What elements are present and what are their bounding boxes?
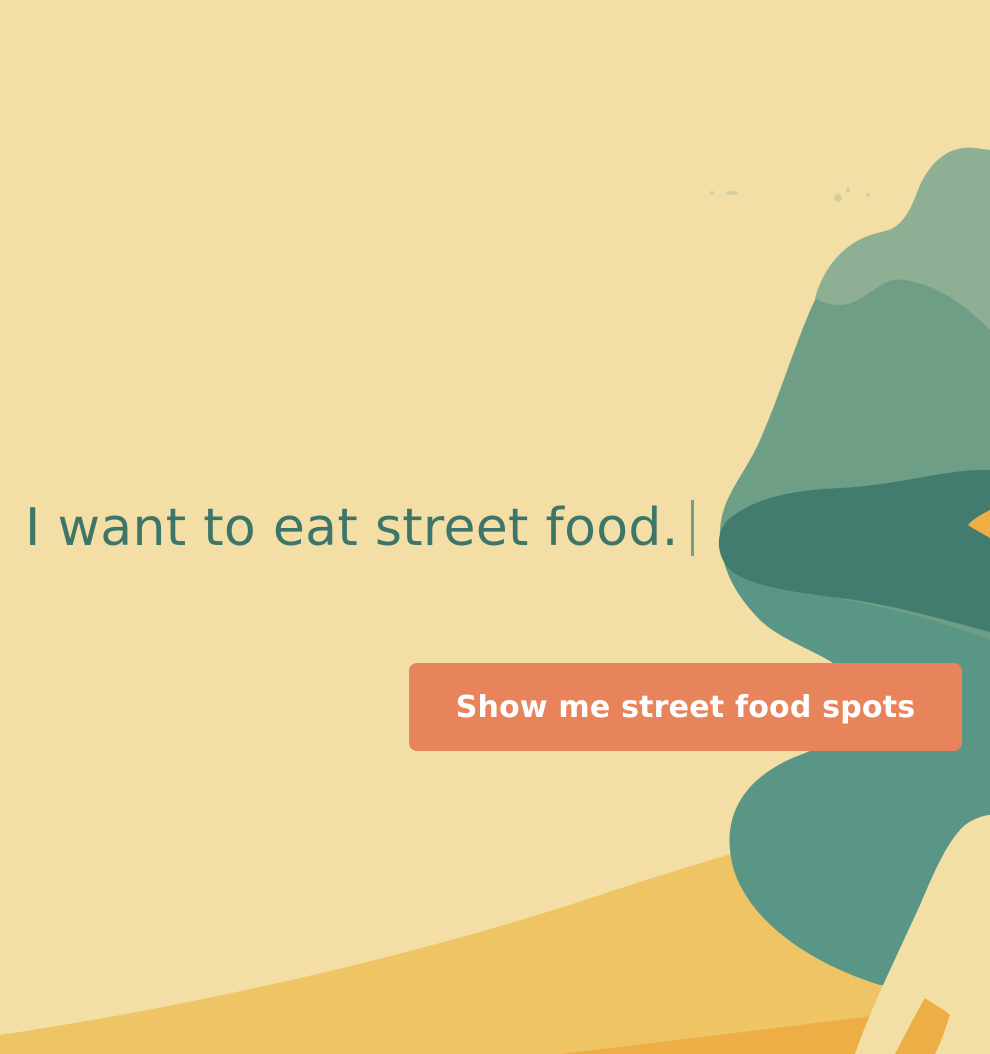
landing-hero: I want to eat street food. Show me stree… — [0, 0, 990, 1054]
show-street-food-spots-button[interactable]: Show me street food spots — [409, 663, 962, 751]
headline-text: I want to eat street food. — [25, 498, 679, 558]
text-cursor — [690, 500, 694, 556]
headline-row: I want to eat street food. — [25, 500, 694, 556]
